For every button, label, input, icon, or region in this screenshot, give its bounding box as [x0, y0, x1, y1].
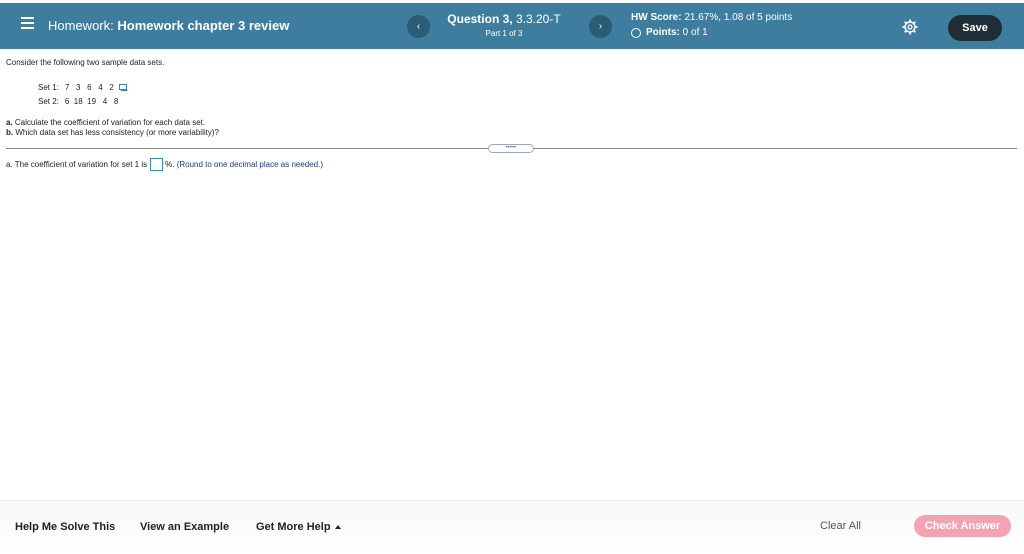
resize-handle[interactable]: ••••• [488, 144, 534, 153]
help-me-solve-button[interactable]: Help Me Solve This [15, 521, 115, 533]
hw-score-label: HW Score: [631, 12, 682, 23]
question-title: Question 3, 3.3.20-T [444, 12, 564, 26]
set-2-values: 6 18 19 4 8 [64, 96, 119, 106]
caret-up-icon [334, 525, 341, 529]
set-1-values: 7 3 6 4 2 [64, 82, 114, 92]
data-set-row: Set 1: 7 3 6 4 2 [38, 80, 128, 94]
assignment-title-name: Homework chapter 3 review [117, 18, 290, 33]
get-more-help-label: Get More Help [256, 521, 331, 533]
set-1-label: Set 1: [38, 82, 59, 92]
question-content: Consider the following two sample data s… [6, 58, 1017, 171]
points-circle-icon [631, 27, 641, 38]
top-bar: Homework: Homework chapter 3 review ‹ Qu… [0, 3, 1024, 49]
part-a-text: Calculate the coefficient of variation f… [14, 118, 206, 127]
assignment-title: Homework: Homework chapter 3 review [48, 18, 289, 33]
hw-score-value: 21.67%, 1.08 of 5 points [684, 12, 793, 23]
part-b-text: Which data set has less consistency (or … [15, 128, 219, 137]
previous-question-button[interactable]: ‹ [407, 15, 430, 38]
clear-all-button[interactable]: Clear All [820, 520, 861, 532]
get-more-help-button[interactable]: Get More Help [256, 521, 341, 533]
data-set-row: Set 2: 6 18 19 4 8 [38, 94, 128, 108]
part-b-letter: b. [6, 128, 14, 137]
next-question-button[interactable]: › [589, 15, 612, 38]
data-sets: Set 1: 7 3 6 4 2 Set 2: 6 18 19 4 8 [38, 80, 128, 108]
settings-gear-icon[interactable] [902, 19, 918, 35]
answer-line: a. The coefficient of variation for set … [6, 158, 323, 171]
view-example-button[interactable]: View an Example [140, 521, 229, 533]
bottom-bar: Help Me Solve This View an Example Get M… [0, 500, 1024, 554]
points-label: Points: [646, 27, 680, 38]
check-answer-button[interactable]: Check Answer [914, 515, 1011, 537]
points-value: 0 of 1 [682, 27, 708, 38]
question-part: Part 1 of 3 [485, 29, 523, 38]
question-id: 3.3.20-T [515, 12, 561, 26]
problem-intro: Consider the following two sample data s… [6, 58, 165, 67]
question-label: Question 3, [447, 12, 513, 26]
question-parts: a. Calculate the coefficient of variatio… [6, 118, 219, 138]
save-button[interactable]: Save [948, 15, 1002, 41]
assignment-title-prefix: Homework: [48, 18, 114, 33]
menu-icon[interactable] [21, 17, 34, 29]
copy-data-icon[interactable] [118, 83, 128, 91]
answer-prefix: a. The coefficient of variation for set … [6, 160, 148, 169]
score-info: HW Score: 21.67%, 1.08 of 5 points Point… [631, 12, 792, 38]
set-2-label: Set 2: [38, 96, 59, 106]
answer-hint: (Round to one decimal place as needed.) [176, 160, 324, 169]
answer-suffix: %. [165, 160, 175, 169]
question-info: Question 3, 3.3.20-T Part 1 of 3 [444, 12, 564, 38]
part-a-letter: a. [6, 118, 13, 127]
answer-input[interactable] [150, 158, 164, 171]
